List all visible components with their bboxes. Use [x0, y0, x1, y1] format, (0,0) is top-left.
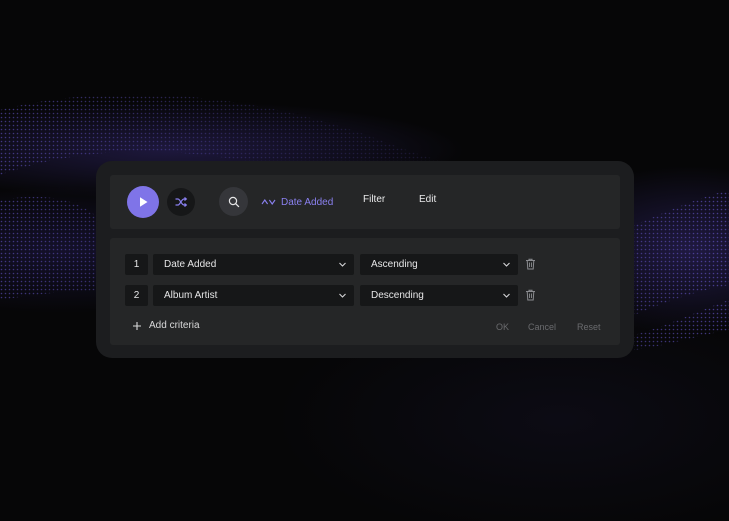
add-criteria-label: Add criteria: [149, 320, 200, 331]
field-select[interactable]: Album Artist: [153, 285, 354, 306]
play-button[interactable]: [127, 186, 159, 218]
reset-button[interactable]: Reset: [577, 322, 601, 332]
filter-button[interactable]: Filter: [363, 194, 385, 205]
sort-criteria-list: 1 Date Added Ascending 2 Album Artist De…: [110, 238, 620, 345]
trash-icon[interactable]: [525, 289, 536, 301]
sort-toggle-label: Date Added: [281, 196, 334, 208]
sort-direction-icon: [261, 199, 276, 205]
sort-toggle-button[interactable]: Date Added: [261, 193, 333, 211]
cancel-button[interactable]: Cancel: [528, 322, 556, 332]
search-icon: [228, 196, 239, 207]
field-select-value: Date Added: [164, 259, 217, 270]
order-select-value: Ascending: [371, 259, 418, 270]
chevron-down-icon: [503, 262, 510, 267]
trash-icon[interactable]: [525, 258, 536, 270]
criteria-row: 2 Album Artist Descending: [125, 285, 545, 306]
search-button[interactable]: [219, 187, 248, 216]
plus-icon: [133, 321, 141, 330]
chevron-down-icon: [339, 262, 346, 267]
sort-toolbar: Date Added Filter Edit: [110, 175, 620, 229]
play-icon: [140, 197, 148, 207]
field-select[interactable]: Date Added: [153, 254, 354, 275]
background-stage: Date Added Filter Edit 1 Date Added Asce…: [0, 0, 729, 521]
sort-panel: Date Added Filter Edit 1 Date Added Asce…: [96, 161, 634, 358]
edit-button[interactable]: Edit: [419, 194, 436, 205]
criteria-row: 1 Date Added Ascending: [125, 254, 545, 275]
order-select[interactable]: Descending: [360, 285, 518, 306]
order-select[interactable]: Ascending: [360, 254, 518, 275]
order-select-value: Descending: [371, 290, 424, 301]
criteria-index: 1: [125, 254, 148, 275]
field-select-value: Album Artist: [164, 290, 218, 301]
chevron-down-icon: [339, 293, 346, 298]
chevron-down-icon: [503, 293, 510, 298]
shuffle-icon: [175, 197, 188, 207]
add-criteria-button[interactable]: Add criteria: [132, 320, 200, 331]
criteria-index: 2: [125, 285, 148, 306]
ok-button[interactable]: OK: [496, 322, 509, 332]
shuffle-button[interactable]: [167, 188, 195, 216]
